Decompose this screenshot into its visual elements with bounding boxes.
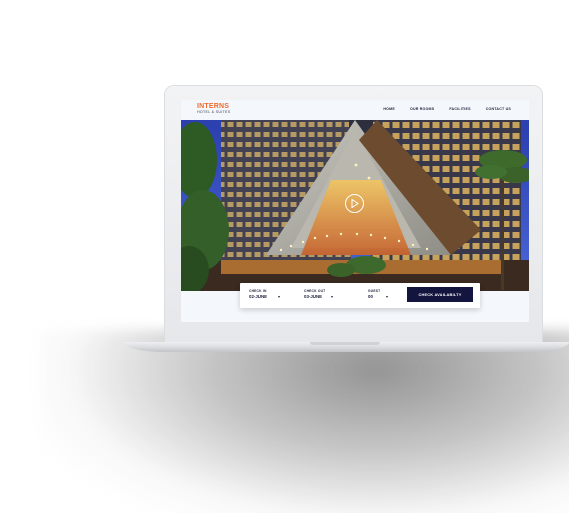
- check-out-field[interactable]: CHECK OUT 03-JUNE: [304, 289, 325, 300]
- brand-name: INTERNS: [197, 103, 230, 110]
- brand-tagline: HOTEL & SUITES: [197, 110, 231, 114]
- chevron-down-icon[interactable]: ▾: [386, 294, 388, 299]
- laptop-screen: INTERNS HOTEL & SUITES HOME OUR ROOMS FA…: [181, 100, 529, 322]
- nav-link-contact-us[interactable]: CONTACT US: [486, 107, 511, 111]
- chevron-down-icon[interactable]: ▾: [278, 294, 280, 299]
- check-in-value: 02-JUNE: [249, 294, 268, 299]
- nav-link-facilities[interactable]: FACILITIES: [449, 107, 470, 111]
- laptop-shadow: [40, 330, 569, 513]
- brand-logo[interactable]: INTERNS HOTEL & SUITES: [197, 103, 230, 115]
- top-navigation: INTERNS HOTEL & SUITES HOME OUR ROOMS FA…: [181, 100, 529, 120]
- nav-link-our-rooms[interactable]: OUR ROOMS: [410, 107, 434, 111]
- hero-image: [181, 120, 529, 291]
- laptop-mockup-scene: INTERNS HOTEL & SUITES HOME OUR ROOMS FA…: [0, 0, 569, 513]
- guest-value: 00: [368, 294, 373, 299]
- booking-bar: CHECK IN 02-JUNE ▾ CHECK OUT 03-JUNE ▾ G…: [240, 283, 480, 308]
- chevron-down-icon[interactable]: ▾: [331, 294, 333, 299]
- laptop-base-notch: [310, 342, 380, 345]
- play-video-button[interactable]: [345, 194, 364, 213]
- nav-links: HOME OUR ROOMS FACILITIES CONTACT US: [383, 107, 511, 111]
- guest-field[interactable]: GUEST 00: [368, 289, 380, 300]
- nav-link-home[interactable]: HOME: [383, 107, 395, 111]
- check-out-value: 03-JUNE: [304, 294, 323, 299]
- check-availability-button[interactable]: CHECK AVAILABILTY: [407, 287, 473, 302]
- play-icon: [351, 199, 359, 208]
- check-in-field[interactable]: CHECK IN 02-JUNE: [249, 289, 267, 300]
